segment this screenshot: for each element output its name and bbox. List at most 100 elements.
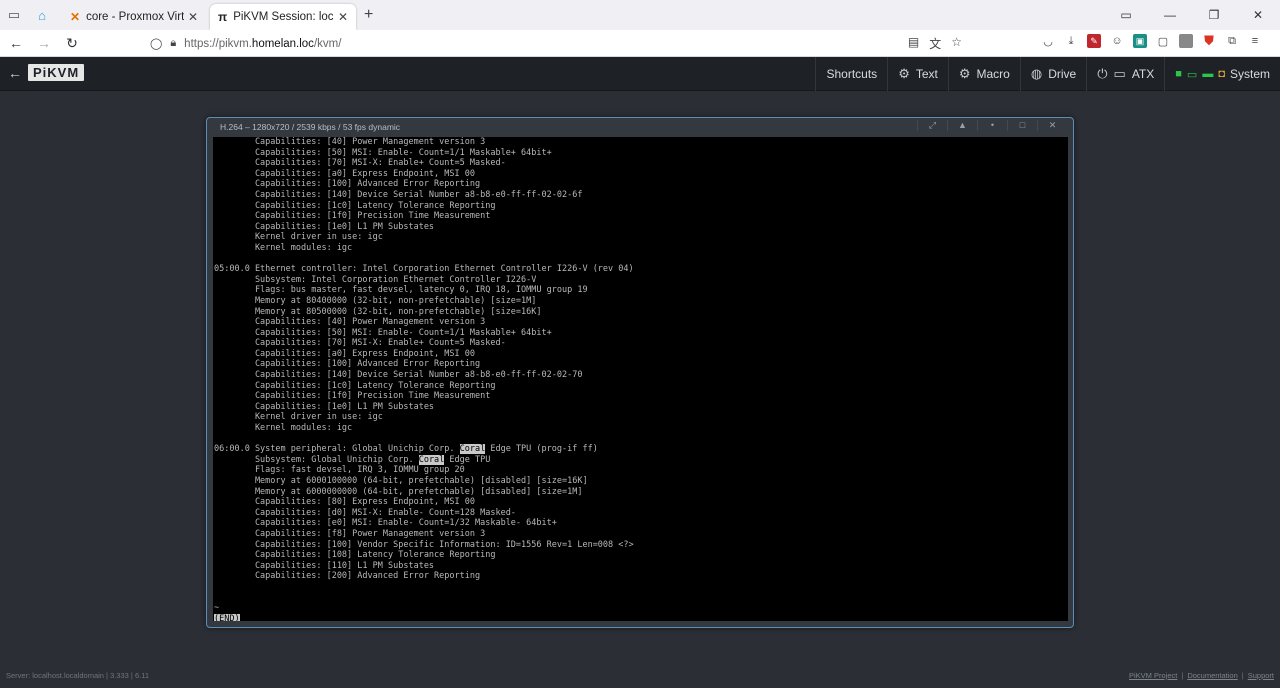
terminal-line: Capabilities: [1f0] Precision Time Measu…	[214, 391, 491, 402]
url-bar[interactable]: ◯ 🔒︎ https://pikvm. homelan.loc/kvm/ ▤ 文 …	[150, 33, 962, 54]
terminal-line: Capabilities: [a0] Express Endpoint, MSI…	[214, 348, 475, 359]
extension-red-icon[interactable]: ✎	[1087, 34, 1101, 48]
pager-end-line: (END)	[214, 613, 1068, 621]
extension-face-icon[interactable]: ☺	[1110, 34, 1124, 48]
extension-page-icon[interactable]: ▢	[1156, 34, 1170, 48]
bookmark-star-icon[interactable]: ☆	[951, 35, 962, 52]
url-prefix: https://pikvm.	[184, 37, 252, 50]
terminal-output: Capabilities: [40] Power Management vers…	[213, 137, 1068, 621]
remote-screen[interactable]: Capabilities: [40] Power Management vers…	[213, 137, 1068, 621]
screenshot-icon[interactable]: ▲	[947, 120, 977, 131]
dot-icon[interactable]: •	[977, 120, 1007, 131]
pocket-icon[interactable]: ◡	[1041, 34, 1055, 48]
extensions-toolbar: ◡ ⤓ ✎ ☺ ▣ ▢ ⛊ ⧉ ≡	[1041, 33, 1262, 48]
menu-atx[interactable]: ⏻ ▭ ATX	[1086, 57, 1164, 91]
terminal-line: Capabilities: [100] Advanced Error Repor…	[214, 359, 481, 370]
terminal-line: Capabilities: [1e0] L1 PM Substates	[214, 221, 435, 232]
browser-nav-bar: ← → ↻ ◯ 🔒︎ https://pikvm. homelan.loc/kvm…	[0, 30, 1280, 57]
menu-shortcuts[interactable]: Shortcuts	[815, 57, 887, 91]
window-controls: ▭ — ❐ ✕	[1104, 0, 1280, 30]
link-documentation[interactable]: Documentation	[1187, 671, 1237, 680]
terminal-line: Capabilities: [1c0] Latency Tolerance Re…	[214, 380, 496, 391]
pikvm-header: ← PiKVM Shortcuts ⚙ Text ⚙ Macro ◍ Drive…	[0, 57, 1280, 91]
terminal-line: Capabilities: [40] Power Management vers…	[214, 317, 486, 328]
gear-icon: ⚙	[958, 66, 971, 81]
monitor-status-icon: ▭	[1186, 68, 1198, 81]
terminal-line: Flags: bus master, fast devsel, latency …	[214, 285, 588, 296]
extension-gray-icon[interactable]	[1179, 34, 1193, 48]
terminal-line: Capabilities: [a0] Express Endpoint, MSI…	[214, 168, 475, 179]
tab-list-icon[interactable]: ▭	[0, 0, 28, 30]
menu-system[interactable]: ■ ▭ ▬ ◘ System	[1164, 57, 1280, 91]
server-info: Server: localhost.localdomain | 3.333 | …	[6, 671, 150, 680]
menu-label: ATX	[1131, 67, 1155, 81]
footer-links: PiKVM Project | Documentation | Support	[1129, 671, 1274, 680]
link-support[interactable]: Support	[1248, 671, 1274, 680]
drive-icon: ◍	[1030, 66, 1043, 81]
extensions-puzzle-icon[interactable]: ⧉	[1225, 34, 1239, 48]
terminal-line: Capabilities: [140] Device Serial Number…	[214, 370, 583, 381]
close-icon[interactable]: ✕	[1037, 120, 1067, 131]
terminal-line: Capabilities: [e0] MSI: Enable- Count=1/…	[214, 518, 557, 529]
home-shortcut-icon[interactable]: ⌂	[28, 0, 56, 30]
url-host: homelan.loc	[251, 37, 314, 50]
minimize-icon[interactable]: —	[1148, 0, 1192, 30]
terminal-line: 05:00.0 Ethernet controller: Intel Corpo…	[214, 264, 634, 275]
terminal-line: Capabilities: [50] MSI: Enable- Count=1/…	[214, 147, 552, 158]
terminal-line: ~	[214, 603, 220, 614]
close-icon[interactable]: ✕	[188, 10, 198, 24]
lock-icon: 🔒︎	[170, 37, 177, 49]
terminal-line: Kernel modules: igc	[214, 423, 353, 434]
url-path: /kvm/	[313, 37, 342, 50]
proxmox-icon: ✕	[70, 10, 81, 24]
link-pikvm-project[interactable]: PiKVM Project	[1129, 671, 1177, 680]
expand-icon[interactable]: ⤢	[917, 120, 947, 131]
network-status-icon: ■	[1175, 68, 1182, 80]
terminal-line: Capabilities: [140] Device Serial Number…	[214, 189, 583, 200]
new-tab-icon[interactable]: +	[364, 6, 373, 24]
pi-icon: π	[218, 10, 228, 24]
back-arrow-icon[interactable]: ←	[4, 35, 28, 51]
menu-label: Drive	[1048, 67, 1077, 81]
terminal-line: Capabilities: [110] L1 PM Substates	[214, 560, 435, 571]
terminal-line: Subsystem: Global Unichip Corp. Coral Ed…	[214, 454, 491, 465]
browser-tab-strip: ▭ ⌂ ✕ core - Proxmox Virtual Environment…	[0, 0, 1280, 30]
terminal-line: Capabilities: [200] Advanced Error Repor…	[214, 571, 481, 582]
terminal-line: Kernel driver in use: igc	[214, 412, 383, 423]
terminal-line: Memory at 80500000 (32-bit, non-prefetch…	[214, 306, 542, 317]
close-icon[interactable]: ✕	[338, 10, 348, 24]
close-window-icon[interactable]: ✕	[1236, 0, 1280, 30]
terminal-line: Memory at 6000100000 (64-bit, prefetchab…	[214, 476, 588, 486]
terminal-line: Subsystem: Intel Corporation Ethernet Co…	[214, 274, 537, 285]
tab-pikvm[interactable]: π PiKVM Session: localhost.localdomain ✕	[210, 4, 356, 30]
pikvm-logo[interactable]: ← PiKVM	[8, 64, 85, 81]
extension-teal-icon[interactable]: ▣	[1133, 34, 1147, 48]
terminal-line: Capabilities: [70] MSI-X: Enable+ Count=…	[214, 158, 506, 169]
download-icon[interactable]: ⤓	[1064, 34, 1078, 48]
terminal-line: Capabilities: [1c0] Latency Tolerance Re…	[214, 200, 496, 211]
translate-icon[interactable]: 文	[929, 35, 941, 52]
reader-mode-icon[interactable]: ▤	[908, 35, 919, 52]
tab-proxmox[interactable]: ✕ core - Proxmox Virtual Environment ✕	[62, 4, 206, 30]
maximize-icon[interactable]: □	[1007, 120, 1037, 131]
back-arrow-icon[interactable]: ←	[8, 65, 22, 81]
reload-icon[interactable]: ↻	[60, 35, 84, 52]
tab-overview-icon[interactable]: ▭	[1104, 0, 1148, 30]
forward-arrow-icon[interactable]: →	[32, 35, 56, 51]
stream-window[interactable]: H.264 – 1280x720 / 2539 kbps / 53 fps dy…	[206, 117, 1074, 628]
menu-label: Macro	[976, 67, 1010, 81]
end-marker: (END)	[214, 613, 240, 621]
ublock-shield-icon[interactable]: ⛊	[1202, 33, 1216, 48]
menu-macro[interactable]: ⚙ Macro	[947, 57, 1020, 91]
terminal-line: Capabilities: [70] MSI-X: Enable+ Count=…	[214, 338, 506, 349]
pikvm-menu: Shortcuts ⚙ Text ⚙ Macro ◍ Drive ⏻ ▭ ATX…	[815, 57, 1280, 91]
search-highlight: Coral	[459, 444, 486, 455]
hdd-icon: ▭	[1113, 66, 1126, 81]
restore-icon[interactable]: ❐	[1192, 0, 1236, 30]
menu-hamburger-icon[interactable]: ≡	[1248, 34, 1262, 48]
menu-text[interactable]: ⚙ Text	[887, 57, 948, 91]
terminal-line: Capabilities: [f8] Power Management vers…	[214, 528, 486, 539]
search-highlight: Coral	[418, 454, 445, 465]
menu-drive[interactable]: ◍ Drive	[1019, 57, 1086, 91]
